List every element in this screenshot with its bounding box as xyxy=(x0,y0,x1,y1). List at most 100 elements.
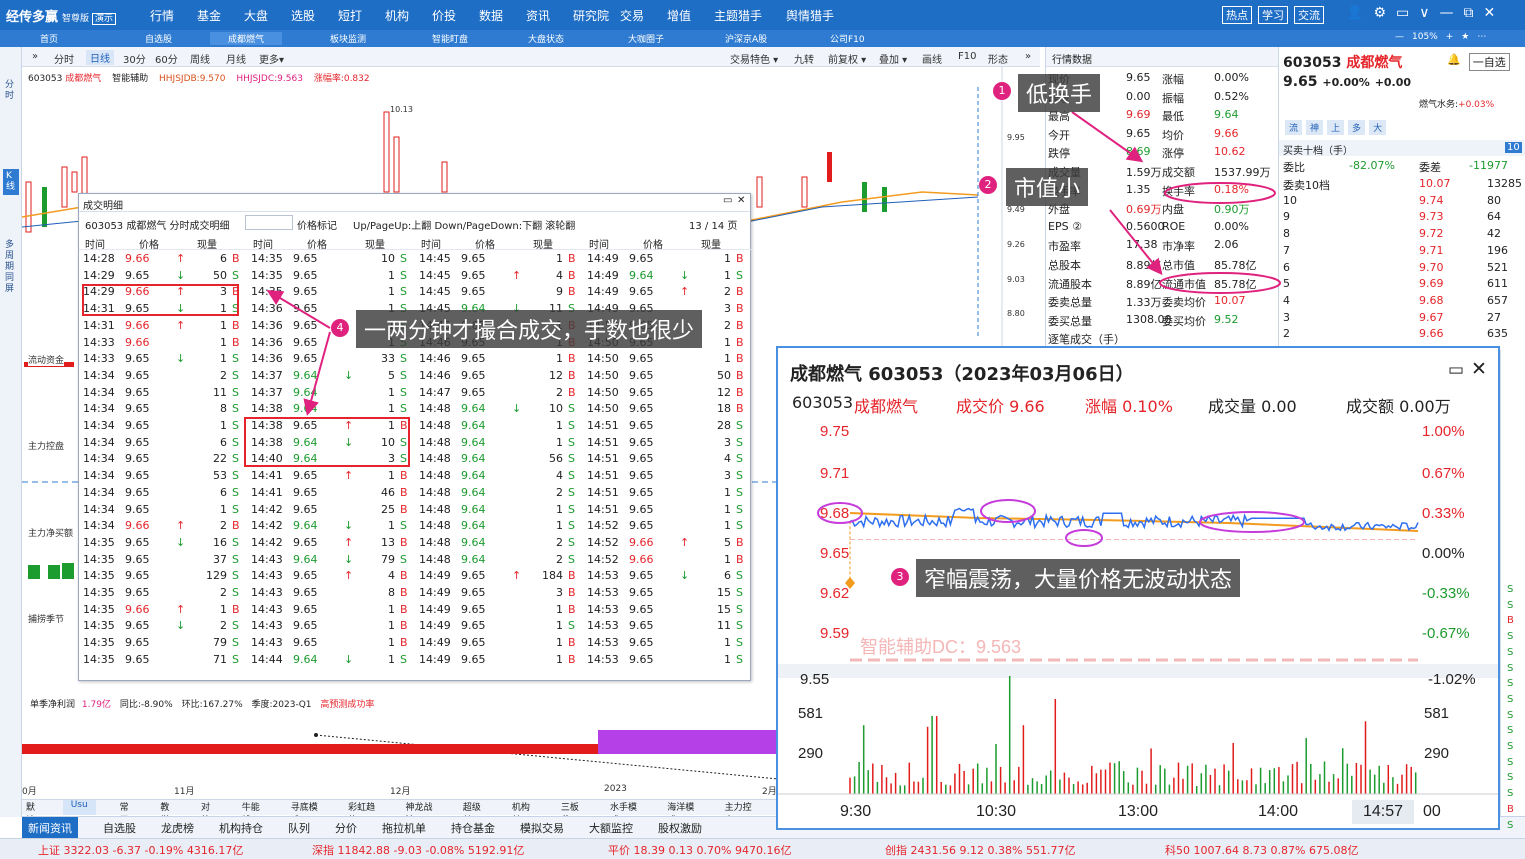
orderbook-row[interactable]: 7 9.71 196 xyxy=(1279,243,1525,259)
indicator-tab[interactable]: 超级单 xyxy=(459,800,488,826)
indicator-tab[interactable]: 海洋模式 xyxy=(663,800,700,826)
panel-tab[interactable]: 大 xyxy=(1369,120,1387,135)
menu-item[interactable]: 交易 xyxy=(620,7,667,24)
tab-a-shares[interactable]: 沪深京A股 xyxy=(725,32,767,45)
minimize-icon[interactable]: ▭ xyxy=(723,195,732,206)
panel-tab[interactable]: 神 xyxy=(1306,120,1324,135)
info-tab[interactable]: 股权激励 xyxy=(653,820,702,836)
period-monthly[interactable]: 月线 xyxy=(226,51,246,66)
period-30m[interactable]: 30分 xyxy=(123,51,146,66)
index-cyb[interactable]: 创指 2431.56 9.12 0.38% 551.77亿 xyxy=(885,842,1075,858)
indicator-tab[interactable]: 机构单 xyxy=(508,800,537,826)
close-icon[interactable]: ✕ xyxy=(737,195,745,206)
more-icon[interactable]: ⋯ xyxy=(1477,32,1486,42)
f10-button[interactable]: F10 xyxy=(958,51,976,62)
view-tab-kline[interactable]: K线 xyxy=(3,169,19,195)
menu-item[interactable]: 基金 xyxy=(197,7,244,24)
layout-icon[interactable]: ▭ xyxy=(1396,5,1409,21)
tab-sector[interactable]: 板块监测 xyxy=(330,32,366,45)
menu-item[interactable]: 舆情猎手 xyxy=(786,7,858,24)
index-avg[interactable]: 平价 18.39 0.13 0.70% 9470.16亿 xyxy=(608,842,791,858)
overlay-dropdown[interactable]: 叠加 ▾ xyxy=(879,51,907,66)
view-tab-intraday[interactable]: 分时 xyxy=(5,80,17,102)
chat-button[interactable]: 交流 xyxy=(1294,6,1324,24)
tab-f10[interactable]: 公司F10 xyxy=(830,32,865,45)
draw-button[interactable]: 画线 xyxy=(922,51,942,66)
zoom-in-button[interactable]: + xyxy=(1446,32,1454,42)
info-tab[interactable]: 拖拉机单 xyxy=(377,820,426,836)
menu-item[interactable]: 机构 xyxy=(385,7,432,24)
trade-feature-dropdown[interactable]: 交易特色 ▾ xyxy=(730,51,778,66)
bell-icon[interactable]: 🔔 xyxy=(1444,53,1464,71)
indicator-tab[interactable]: Usu xyxy=(62,800,96,815)
menu-item[interactable]: 价投 xyxy=(432,7,479,24)
period-daily[interactable]: 日线 xyxy=(86,50,114,65)
learn-button[interactable]: 学习 xyxy=(1258,6,1288,24)
tab-watchlist[interactable]: 自选股 xyxy=(145,32,172,45)
expand-right-icon[interactable]: » xyxy=(1025,51,1031,62)
info-tab[interactable]: 持仓基金 xyxy=(446,820,495,836)
info-tab[interactable]: 新闻资讯 xyxy=(22,816,78,839)
indicator-tab[interactable]: 神龙战法 xyxy=(401,800,438,826)
close-icon[interactable]: ✕ xyxy=(1483,5,1495,21)
assist-label[interactable]: 智能辅助 xyxy=(112,74,148,84)
indicator-tab[interactable]: 三板斧 xyxy=(557,800,586,826)
nine-turn-button[interactable]: 九转 xyxy=(794,51,814,66)
indicator-tab[interactable]: 寻底模式 xyxy=(287,800,324,826)
expand-icon[interactable]: » xyxy=(32,51,38,62)
view-tab-multi[interactable]: 多周期同屏 xyxy=(5,240,17,295)
index-sz[interactable]: 深指 11842.88 -9.03 -0.08% 5192.91亿 xyxy=(312,842,524,858)
indicator-tab[interactable]: 默认 xyxy=(22,800,43,826)
adjust-dropdown[interactable]: 前复权 ▾ xyxy=(828,51,866,66)
period-60m[interactable]: 60分 xyxy=(155,51,178,66)
menu-item[interactable]: 短打 xyxy=(338,7,385,24)
orderbook-row[interactable]: 4 9.68 657 xyxy=(1279,293,1525,309)
hot-button[interactable]: 热点 xyxy=(1222,6,1252,24)
info-tab[interactable]: 模拟交易 xyxy=(515,820,564,836)
orderbook-row[interactable]: 5 9.69 611 xyxy=(1279,276,1525,292)
period-intraday[interactable]: 分时 xyxy=(54,51,74,66)
tab-stock[interactable]: 成都燃气 xyxy=(210,32,283,45)
tab-home[interactable]: 首页 xyxy=(40,32,58,45)
info-tab[interactable]: 龙虎榜 xyxy=(156,820,194,836)
orderbook-row[interactable]: 8 9.72 42 xyxy=(1279,226,1525,242)
orderbook-row[interactable]: 10 9.74 80 xyxy=(1279,193,1525,209)
indicator-tab[interactable]: 牛能线 xyxy=(238,800,267,826)
info-tab[interactable]: 大额监控 xyxy=(584,820,633,836)
indicator-tab[interactable]: 水手模式 xyxy=(606,800,643,826)
panel-tab[interactable]: 流 xyxy=(1285,120,1303,135)
orderbook-row[interactable]: 3 9.67 27 xyxy=(1279,310,1525,326)
period-more[interactable]: 更多▾ xyxy=(259,51,284,66)
minimize-icon[interactable]: — xyxy=(1439,5,1453,21)
indicator-tab[interactable]: 主力控盘 xyxy=(721,800,758,826)
indicator-tab[interactable]: 对外 xyxy=(197,800,218,826)
restore-icon[interactable]: ⧉ xyxy=(1463,5,1473,21)
price-mark-input[interactable] xyxy=(245,215,293,230)
info-tab[interactable]: 队列 xyxy=(283,820,310,836)
indicator-tab[interactable]: 常用 xyxy=(116,800,137,826)
add-watchlist-button[interactable]: 一自选 xyxy=(1468,53,1510,71)
orderbook-row[interactable]: 委卖10档 10.07 13285 xyxy=(1279,176,1525,192)
star-icon[interactable]: ★ xyxy=(1461,32,1469,42)
app-logo[interactable]: 经传多赢 智尊版 演示 xyxy=(6,6,117,25)
tab-market[interactable]: 大盘状态 xyxy=(528,32,564,45)
info-tab[interactable]: 机构持仓 xyxy=(214,820,263,836)
indicator-tab[interactable]: 教学 xyxy=(156,800,177,826)
menu-item[interactable]: 行情 xyxy=(150,7,197,24)
orderbook-row[interactable]: 6 9.70 521 xyxy=(1279,260,1525,276)
pattern-button[interactable]: 形态 xyxy=(988,51,1008,66)
menu-item[interactable]: 增值 xyxy=(667,7,714,24)
menu-item[interactable]: 数据 xyxy=(479,7,526,24)
menu-item[interactable]: 大盘 xyxy=(244,7,291,24)
info-tab[interactable]: 自选股 xyxy=(98,820,136,836)
period-weekly[interactable]: 周线 xyxy=(190,51,210,66)
user-icon[interactable]: 👤 xyxy=(1346,5,1363,21)
gear-icon[interactable]: ⚙ xyxy=(1373,5,1386,21)
orderbook-row[interactable]: 9 9.73 64 xyxy=(1279,209,1525,225)
index-kc50[interactable]: 科50 1007.64 8.73 0.87% 675.08亿 xyxy=(1165,842,1358,858)
menu-item[interactable]: 选股 xyxy=(291,7,338,24)
menu-item[interactable]: 资讯 xyxy=(526,7,573,24)
zoom-out-button[interactable]: — xyxy=(1395,32,1404,42)
indicator-tab[interactable]: 彩虹趋势 xyxy=(344,800,381,826)
menu-item[interactable]: 主题猎手 xyxy=(714,7,786,24)
